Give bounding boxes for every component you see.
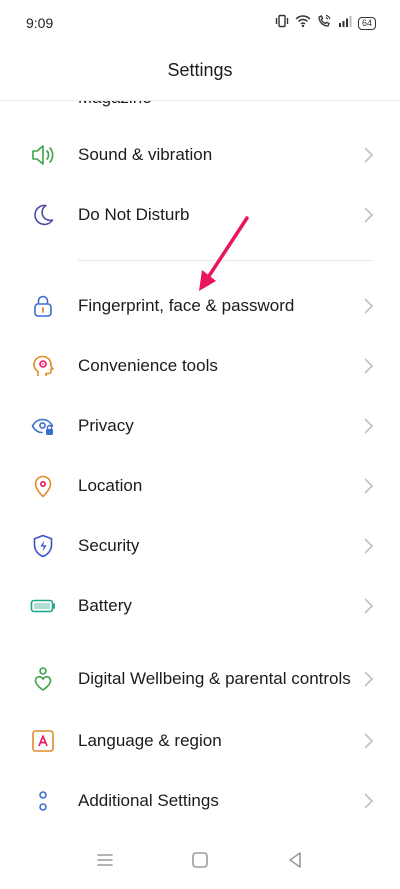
chevron-right-icon — [362, 792, 374, 810]
page-title: Settings — [167, 60, 233, 80]
settings-item-label: Digital Wellbeing & parental controls — [78, 669, 351, 688]
header: Settings — [0, 60, 400, 81]
location-pin-icon — [30, 473, 56, 499]
status-time: 9:09 — [26, 15, 54, 31]
settings-item-label: Battery — [78, 596, 132, 615]
settings-item-label: Location — [78, 476, 143, 495]
chevron-right-icon — [362, 357, 374, 375]
settings-item-additional-settings[interactable]: Additional Settings — [0, 771, 400, 831]
status-icons: 64 — [275, 14, 376, 32]
head-gear-icon — [30, 353, 56, 379]
chevron-right-icon — [362, 537, 374, 555]
menu-icon[interactable] — [94, 849, 116, 871]
lock-icon — [30, 293, 56, 319]
chevron-right-icon — [362, 477, 374, 495]
chevron-right-icon — [362, 297, 374, 315]
back-icon[interactable] — [284, 849, 306, 871]
settings-item-digital-wellbeing[interactable]: Digital Wellbeing & parental controls — [0, 643, 400, 715]
eye-lock-icon — [30, 413, 56, 439]
wifi-calling-icon — [317, 14, 332, 33]
list-item-partial-magazine[interactable]: Magazine — [78, 100, 152, 108]
settings-item-convenience-tools[interactable]: Convenience tools — [0, 336, 400, 396]
settings-item-label: Convenience tools — [78, 356, 218, 375]
chevron-right-icon — [362, 206, 374, 224]
chevron-right-icon — [362, 670, 374, 688]
settings-item-label: Language & region — [78, 731, 222, 750]
settings-item-security[interactable]: Security — [0, 516, 400, 576]
settings-item-location[interactable]: Location — [0, 456, 400, 516]
shield-bolt-icon — [30, 533, 56, 559]
moon-icon — [30, 202, 56, 228]
status-bar: 9:09 64 — [0, 0, 400, 46]
settings-item-privacy[interactable]: Privacy — [0, 396, 400, 456]
settings-item-language-region[interactable]: Language & region — [0, 711, 400, 771]
two-dots-icon — [30, 788, 56, 814]
letter-a-icon — [30, 728, 56, 754]
settings-item-battery[interactable]: Battery — [0, 576, 400, 636]
battery-icon — [30, 593, 56, 619]
navigation-bar — [0, 837, 400, 889]
chevron-right-icon — [362, 146, 374, 164]
settings-item-sound-vibration[interactable]: Sound & vibration — [0, 125, 400, 185]
chevron-right-icon — [362, 417, 374, 435]
wellbeing-heart-icon — [30, 666, 56, 692]
settings-list[interactable]: Magazine Sound & vibration Do Not Distur… — [0, 100, 400, 837]
speaker-icon — [30, 142, 56, 168]
settings-item-do-not-disturb[interactable]: Do Not Disturb — [0, 185, 400, 245]
header-divider — [0, 100, 400, 101]
chevron-right-icon — [362, 597, 374, 615]
settings-item-label: Privacy — [78, 416, 134, 435]
settings-item-label: Sound & vibration — [78, 145, 213, 164]
section-divider — [78, 260, 373, 261]
wifi-icon — [295, 14, 311, 33]
battery-level: 64 — [357, 16, 376, 30]
home-icon[interactable] — [189, 849, 211, 871]
chevron-right-icon — [362, 732, 374, 750]
vibrate-icon — [275, 14, 289, 33]
signal-icon — [338, 14, 352, 32]
settings-item-label: Additional Settings — [78, 791, 219, 810]
settings-item-label: Security — [78, 536, 140, 555]
settings-item-fingerprint-face-password[interactable]: Fingerprint, face & password — [0, 276, 400, 336]
settings-item-label: Do Not Disturb — [78, 205, 190, 224]
settings-item-label: Fingerprint, face & password — [78, 296, 295, 315]
